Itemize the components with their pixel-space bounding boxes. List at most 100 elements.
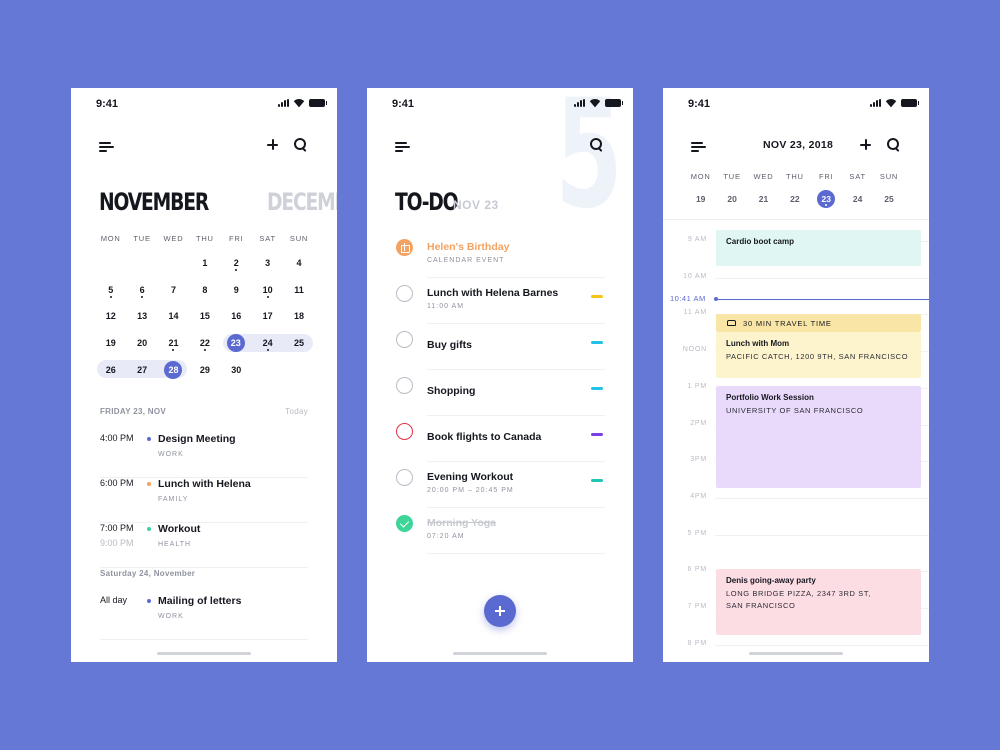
calendar-day[interactable]: 8 xyxy=(189,277,220,304)
event-category: HEALTH xyxy=(158,541,192,548)
week-day[interactable]: SAT 24 xyxy=(842,172,873,208)
weekday-label: SAT xyxy=(849,172,866,181)
event-block[interactable]: Cardio boot camp xyxy=(716,230,921,266)
calendar-day[interactable]: 5 xyxy=(95,277,126,304)
day-section-title: FRIDAY 23, NOV xyxy=(100,407,167,416)
agenda-event[interactable]: 4:00 PM Design Meeting WORK xyxy=(100,433,308,478)
home-indicator[interactable] xyxy=(749,652,843,655)
calendar-day[interactable]: 19 xyxy=(95,330,126,357)
calendar-day[interactable]: 13 xyxy=(126,303,157,330)
day-number: 20 xyxy=(137,338,148,349)
task-item[interactable]: Buy gifts xyxy=(395,324,605,370)
hour-label: 3PM xyxy=(690,456,707,464)
menu-icon[interactable] xyxy=(395,142,410,152)
calendar-day[interactable]: 21 xyxy=(158,330,189,357)
calendar-day[interactable]: 6 xyxy=(126,277,157,304)
task-checkbox[interactable] xyxy=(396,423,413,440)
calendar-day[interactable]: 3 xyxy=(252,250,283,277)
day-number: 1 xyxy=(202,258,208,269)
calendar-day[interactable]: 17 xyxy=(252,303,283,330)
calendar-day[interactable]: 1 xyxy=(189,250,220,277)
calendar-day[interactable]: 20 xyxy=(126,330,157,357)
day-number-cell: 19 xyxy=(685,190,716,208)
hour-label: 7 PM xyxy=(687,603,707,610)
search-icon[interactable] xyxy=(590,138,603,151)
calendar-day[interactable]: 7 xyxy=(158,277,189,304)
search-icon[interactable] xyxy=(294,138,307,151)
check-icon[interactable] xyxy=(396,515,413,532)
calendar-day[interactable]: 30 xyxy=(221,356,252,383)
calendar-day[interactable]: 10 xyxy=(252,277,283,304)
day-number: 29 xyxy=(199,364,210,375)
calendar-day[interactable]: 15 xyxy=(189,303,220,330)
event-block[interactable]: Lunch with Mom PACIFIC CATCH, 1200 9TH, … xyxy=(716,332,921,378)
calendar-day[interactable]: 28 xyxy=(158,356,189,383)
calendar-day[interactable]: 14 xyxy=(158,303,189,330)
week-day[interactable]: THU 22 xyxy=(779,172,810,208)
calendar-day[interactable]: 27 xyxy=(126,356,157,383)
category-dot xyxy=(147,482,151,486)
week-row: 19 20 21 22 23 24 25 xyxy=(95,330,315,362)
task-item[interactable]: Shopping xyxy=(395,370,605,416)
agenda-event[interactable]: 7:00 PM 9:00 PM Workout HEALTH xyxy=(100,523,308,568)
task-item[interactable]: Evening Workout 20:00 PM – 20:45 PM xyxy=(395,462,605,508)
week-day[interactable]: FRI 23 xyxy=(811,172,842,208)
week-day[interactable]: SUN 25 xyxy=(873,172,904,208)
menu-icon[interactable] xyxy=(691,142,706,152)
day-number: 21 xyxy=(168,338,179,349)
home-indicator[interactable] xyxy=(453,652,547,655)
day-number: 16 xyxy=(231,311,242,322)
calendar-day[interactable]: 9 xyxy=(221,277,252,304)
calendar-day[interactable]: 2 xyxy=(221,250,252,277)
day-section-header: FRIDAY 23, NOV Today xyxy=(100,407,308,416)
week-day[interactable]: MON 19 xyxy=(685,172,716,208)
task-item[interactable]: Lunch with Helena Barnes 11:00 AM xyxy=(395,278,605,324)
month-title-current[interactable]: NOVEMBER xyxy=(99,188,209,216)
calendar-day[interactable]: 24 xyxy=(252,330,283,357)
signal-icon xyxy=(870,99,881,107)
calendar-day[interactable]: 18 xyxy=(283,303,314,330)
task-checkbox[interactable] xyxy=(396,285,413,302)
task-item[interactable]: Helen's Birthday CALENDAR EVENT xyxy=(395,232,605,278)
calendar-day[interactable]: 22 xyxy=(189,330,220,357)
calendar-day[interactable]: 16 xyxy=(221,303,252,330)
day-number: 24 xyxy=(852,194,863,204)
day-number: 17 xyxy=(262,311,273,322)
signal-icon xyxy=(574,99,585,107)
calendar-day[interactable]: 26 xyxy=(95,356,126,383)
selected-date-title[interactable]: NOV 23, 2018 xyxy=(763,139,833,151)
home-indicator[interactable] xyxy=(157,652,251,655)
month-title-next[interactable]: DECEMB xyxy=(267,188,337,216)
event-block[interactable]: Portfolio Work Session UNIVERSITY OF SAN… xyxy=(716,386,921,488)
search-icon[interactable] xyxy=(887,138,900,151)
week-day[interactable]: TUE 20 xyxy=(716,172,747,208)
add-icon[interactable] xyxy=(267,139,278,150)
task-checkbox[interactable] xyxy=(396,377,413,394)
day-number: 7 xyxy=(170,284,176,295)
day-number: 6 xyxy=(139,284,145,295)
calendar-day[interactable]: 29 xyxy=(189,356,220,383)
task-checkbox[interactable] xyxy=(396,331,413,348)
task-item[interactable]: Morning Yoga 07:20 AM xyxy=(395,508,605,554)
calendar-day[interactable]: 12 xyxy=(95,303,126,330)
calendar-day[interactable]: 25 xyxy=(283,330,314,357)
gift-icon[interactable] xyxy=(396,239,413,256)
agenda-event[interactable]: 6:00 PM Lunch with Helena FAMILY xyxy=(100,478,308,523)
task-checkbox[interactable] xyxy=(396,469,413,486)
add-task-button[interactable] xyxy=(484,595,516,627)
add-icon[interactable] xyxy=(860,139,871,150)
calendar-day[interactable]: 11 xyxy=(283,277,314,304)
day-number: 14 xyxy=(168,311,179,322)
event-dot xyxy=(141,295,144,298)
task-item[interactable]: Book flights to Canada xyxy=(395,416,605,462)
calendar-day[interactable]: 23 xyxy=(221,330,258,362)
calendar-day[interactable]: 4 xyxy=(283,250,314,277)
agenda-event[interactable]: All day Mailing of letters WORK xyxy=(100,595,308,640)
current-time-label: 10:41 AM xyxy=(670,294,706,303)
event-block[interactable]: Denis going-away party LONG BRIDGE PIZZA… xyxy=(716,569,921,635)
menu-icon[interactable] xyxy=(99,142,114,152)
day-number: 25 xyxy=(294,338,305,349)
week-day[interactable]: WED 21 xyxy=(748,172,779,208)
event-title: Design Meeting xyxy=(158,433,236,445)
travel-time-block[interactable]: 30 MIN TRAVEL TIME xyxy=(716,314,921,332)
